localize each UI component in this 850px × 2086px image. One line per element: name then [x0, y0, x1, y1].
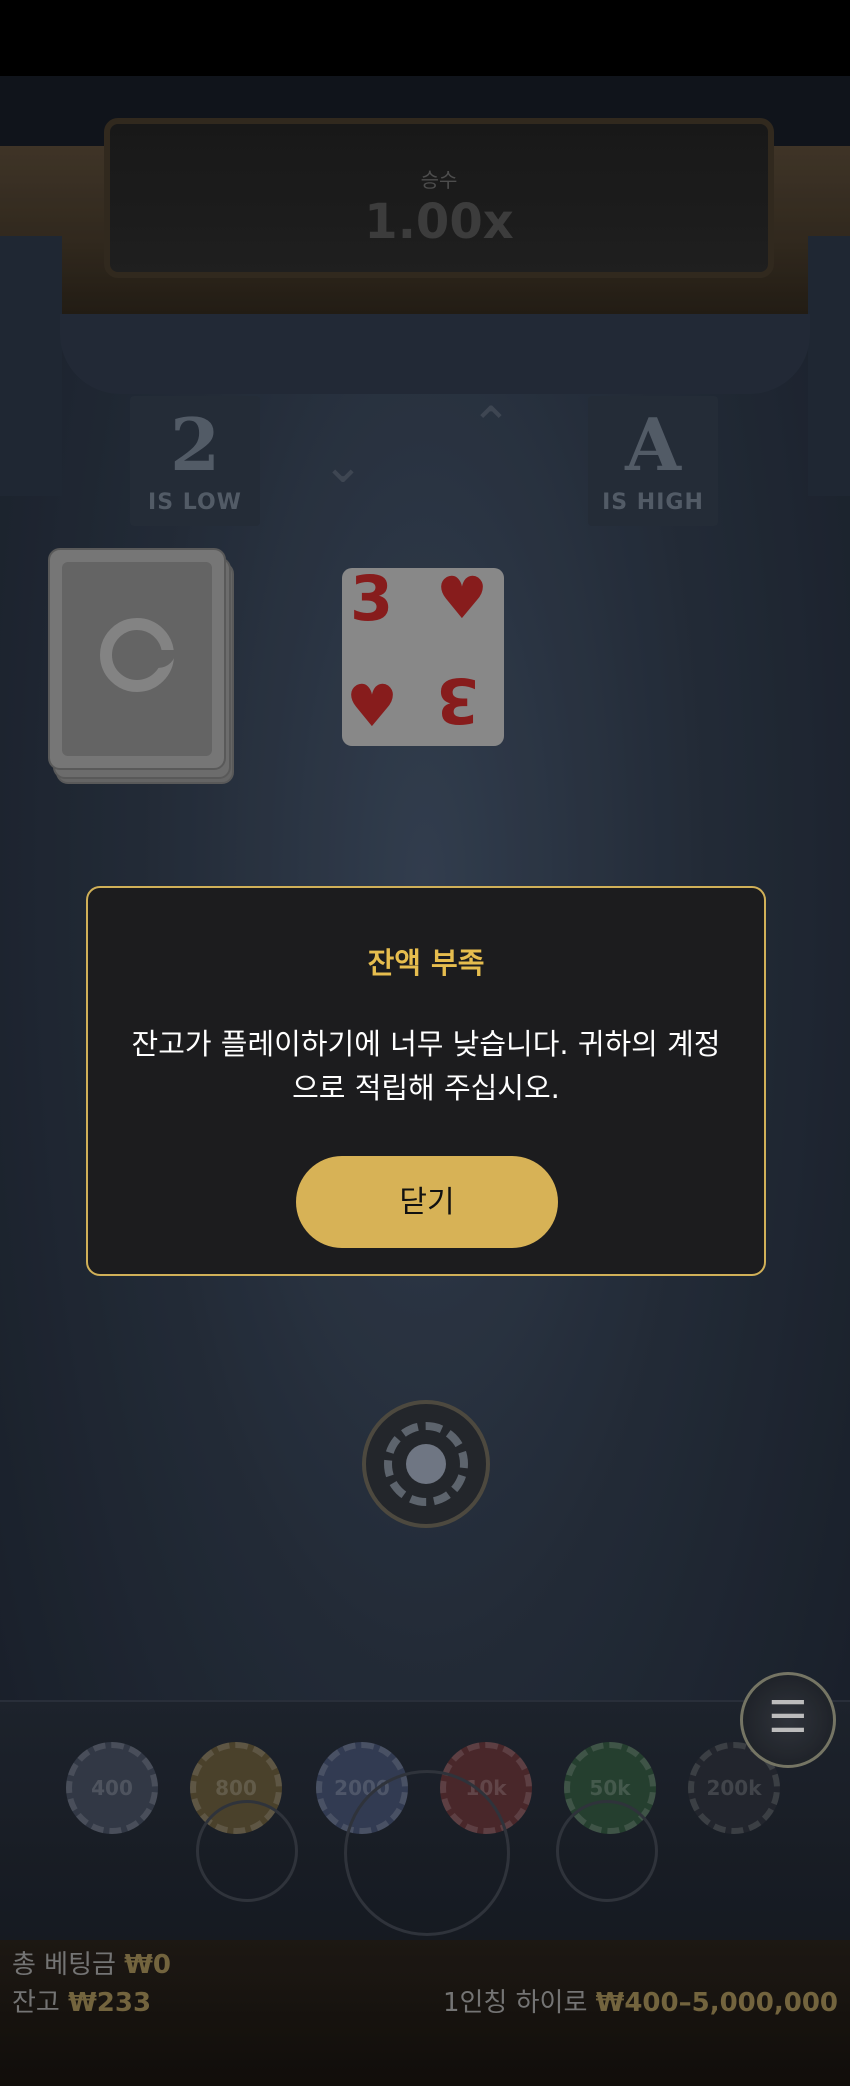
dialog-title: 잔액 부족 — [367, 946, 485, 980]
close-button[interactable]: 닫기 — [296, 1156, 558, 1248]
insufficient-balance-dialog: 잔액 부족 잔고가 플레이하기에 너무 낮습니다. 귀하의 계정으로 적립해 주… — [86, 886, 766, 1276]
dialog-message: 잔고가 플레이하기에 너무 낮습니다. 귀하의 계정으로 적립해 주십시오. — [131, 1027, 721, 1105]
status-bar — [0, 0, 850, 76]
